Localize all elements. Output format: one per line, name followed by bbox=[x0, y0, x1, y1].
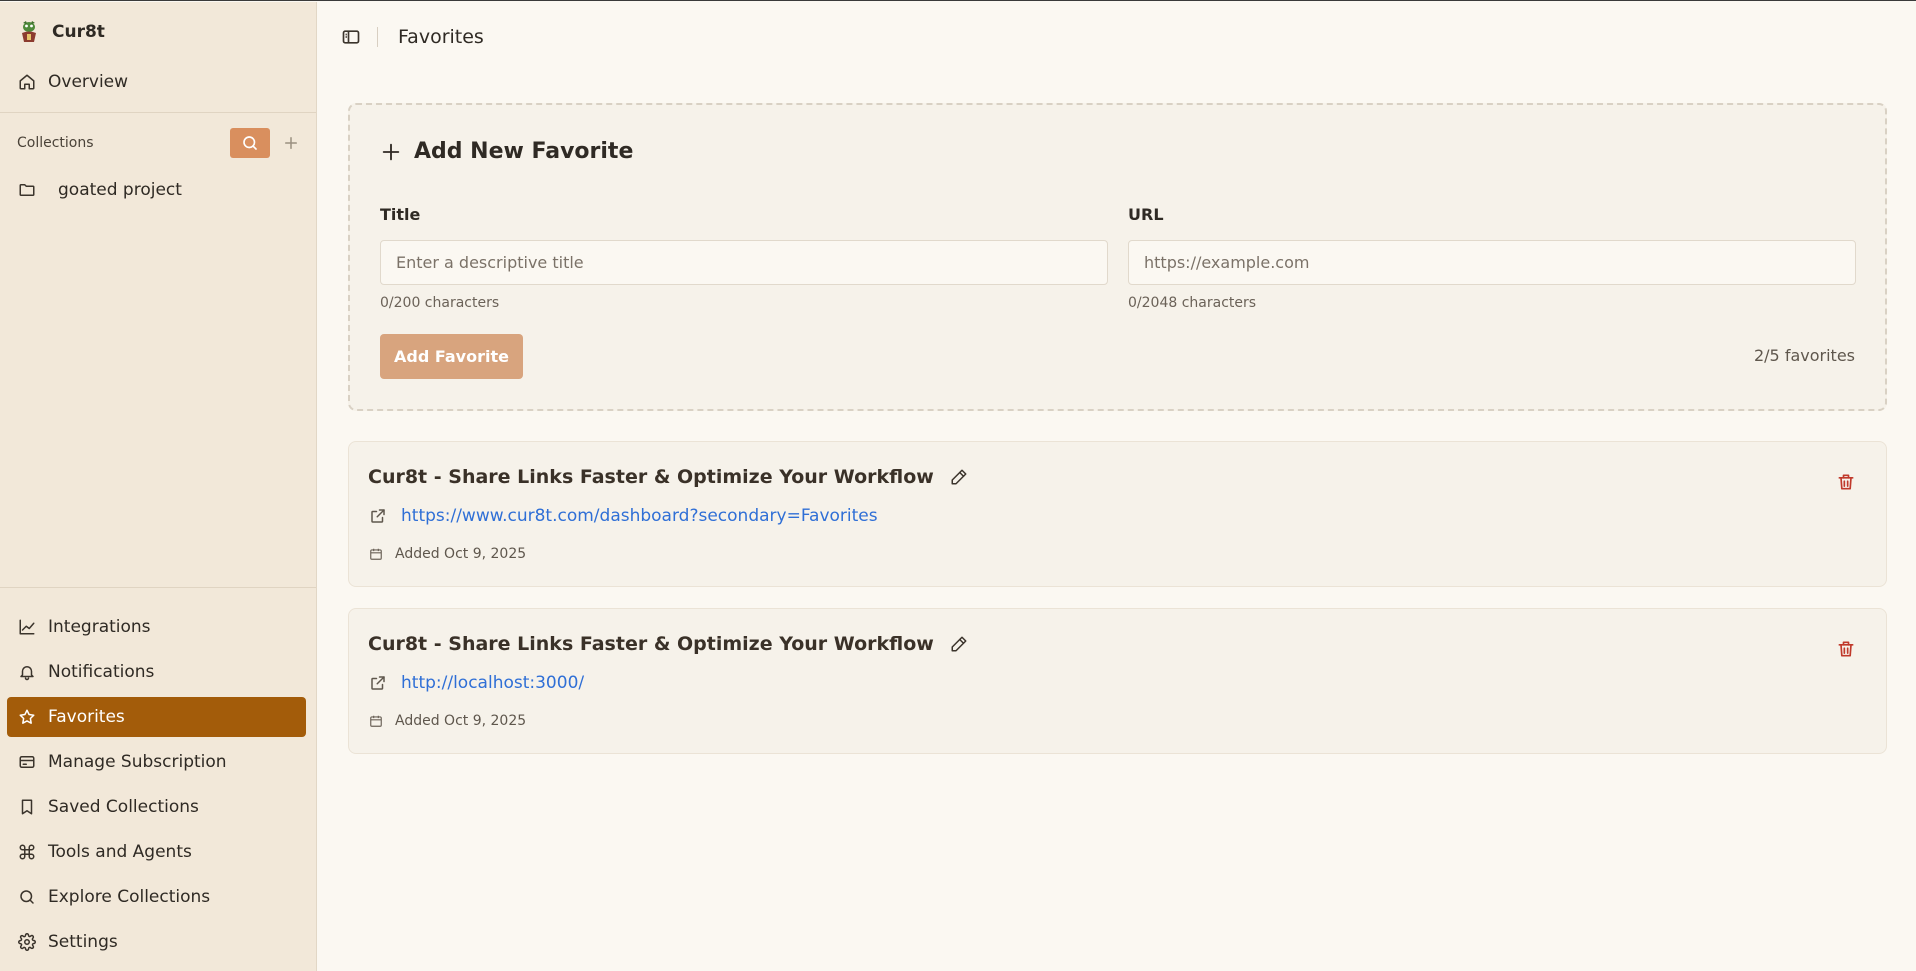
add-collection-icon[interactable] bbox=[282, 134, 300, 152]
home-icon bbox=[19, 74, 35, 90]
favorite-date-row: Added Oct 9, 2025 bbox=[369, 546, 526, 562]
pencil-icon[interactable] bbox=[950, 468, 968, 486]
app-name: Cur8t bbox=[52, 22, 105, 42]
sidebar-item-explore-collections[interactable]: Explore Collections bbox=[7, 877, 306, 917]
gear-icon bbox=[18, 933, 36, 951]
external-link-icon bbox=[371, 676, 385, 690]
credit-card-icon bbox=[19, 756, 35, 768]
sidebar-item-integrations[interactable]: Integrations bbox=[7, 607, 306, 647]
sidebar-toggle-icon[interactable] bbox=[341, 27, 361, 47]
url-input[interactable] bbox=[1128, 240, 1856, 285]
favorite-title-row: Cur8t - Share Links Faster & Optimize Yo… bbox=[368, 633, 968, 655]
external-link-icon bbox=[371, 509, 385, 523]
command-icon bbox=[19, 844, 35, 860]
plus-icon bbox=[382, 143, 400, 160]
chart-line-icon bbox=[19, 619, 35, 635]
title-label: Title bbox=[380, 205, 421, 224]
calendar-icon bbox=[370, 548, 382, 560]
search-icon bbox=[243, 136, 257, 150]
top-bar: Favorites bbox=[318, 2, 1916, 72]
favorite-url-link[interactable]: https://www.cur8t.com/dashboard?secondar… bbox=[401, 506, 878, 526]
favorite-date-row: Added Oct 9, 2025 bbox=[369, 713, 526, 729]
sidebar-divider bbox=[0, 112, 316, 113]
search-collections-button[interactable] bbox=[230, 128, 270, 158]
collections-label: Collections bbox=[17, 135, 94, 151]
sidebar-item-manage-subscription[interactable]: Manage Subscription bbox=[7, 742, 306, 782]
url-label: URL bbox=[1128, 205, 1164, 224]
favorite-link-row: https://www.cur8t.com/dashboard?secondar… bbox=[369, 506, 878, 526]
trash-icon[interactable] bbox=[1836, 472, 1856, 492]
header-separator bbox=[377, 27, 378, 47]
search-icon bbox=[20, 890, 34, 904]
sidebar-divider bbox=[0, 587, 316, 588]
collection-item[interactable]: goated project bbox=[18, 180, 182, 200]
favorite-title: Cur8t - Share Links Faster & Optimize Yo… bbox=[368, 466, 934, 488]
title-char-count: 0/200 characters bbox=[380, 295, 500, 311]
sidebar-item-label: Integrations bbox=[48, 617, 151, 637]
favorite-added-date: Added Oct 9, 2025 bbox=[395, 713, 527, 729]
sidebar-item-saved-collections[interactable]: Saved Collections bbox=[7, 787, 306, 827]
favorite-url-link[interactable]: http://localhost:3000/ bbox=[401, 673, 584, 693]
collection-label: goated project bbox=[58, 180, 182, 200]
favorite-card: Cur8t - Share Links Faster & Optimize Yo… bbox=[348, 608, 1887, 754]
bookmark-icon bbox=[21, 799, 33, 815]
sidebar-item-label: Notifications bbox=[48, 662, 155, 682]
add-favorite-heading: Add New Favorite bbox=[380, 139, 633, 164]
folder-icon bbox=[19, 184, 35, 196]
favorite-title-row: Cur8t - Share Links Faster & Optimize Yo… bbox=[368, 466, 968, 488]
favorite-card: Cur8t - Share Links Faster & Optimize Yo… bbox=[348, 441, 1887, 587]
sidebar-item-settings[interactable]: Settings bbox=[7, 922, 306, 962]
sidebar-item-notifications[interactable]: Notifications bbox=[7, 652, 306, 692]
add-favorite-card: Add New Favorite Title 0/200 characters … bbox=[348, 103, 1887, 411]
url-char-count: 0/2048 characters bbox=[1128, 295, 1257, 311]
sidebar-item-overview[interactable]: Overview bbox=[7, 62, 306, 102]
sidebar-item-label: Overview bbox=[48, 72, 129, 92]
favorites-count: 2/5 favorites bbox=[1753, 346, 1855, 365]
add-favorite-button[interactable]: Add Favorite bbox=[380, 334, 523, 379]
brand[interactable]: Cur8t bbox=[18, 20, 105, 44]
favorite-added-date: Added Oct 9, 2025 bbox=[395, 546, 527, 562]
sidebar-item-label: Settings bbox=[48, 932, 118, 952]
collections-header: Collections bbox=[17, 128, 300, 158]
add-favorite-title: Add New Favorite bbox=[414, 139, 634, 164]
cur8t-logo-icon bbox=[22, 21, 36, 42]
star-icon bbox=[19, 709, 35, 724]
sidebar-item-label: Favorites bbox=[48, 707, 125, 727]
sidebar-item-favorites[interactable]: Favorites bbox=[7, 697, 306, 737]
page-title: Favorites bbox=[398, 26, 484, 48]
sidebar-item-label: Explore Collections bbox=[48, 887, 211, 907]
bell-icon bbox=[20, 666, 34, 681]
favorite-link-row: http://localhost:3000/ bbox=[369, 673, 584, 693]
sidebar: Cur8t Overview Collections goated projec… bbox=[0, 2, 317, 971]
sidebar-item-label: Tools and Agents bbox=[48, 842, 192, 862]
sidebar-item-label: Manage Subscription bbox=[48, 752, 227, 772]
favorite-title: Cur8t - Share Links Faster & Optimize Yo… bbox=[368, 633, 934, 655]
title-input[interactable] bbox=[380, 240, 1108, 285]
trash-icon[interactable] bbox=[1836, 639, 1856, 659]
sidebar-item-tools-and-agents[interactable]: Tools and Agents bbox=[7, 832, 306, 872]
sidebar-item-label: Saved Collections bbox=[48, 797, 199, 817]
pencil-icon[interactable] bbox=[950, 635, 968, 653]
calendar-icon bbox=[370, 715, 382, 727]
